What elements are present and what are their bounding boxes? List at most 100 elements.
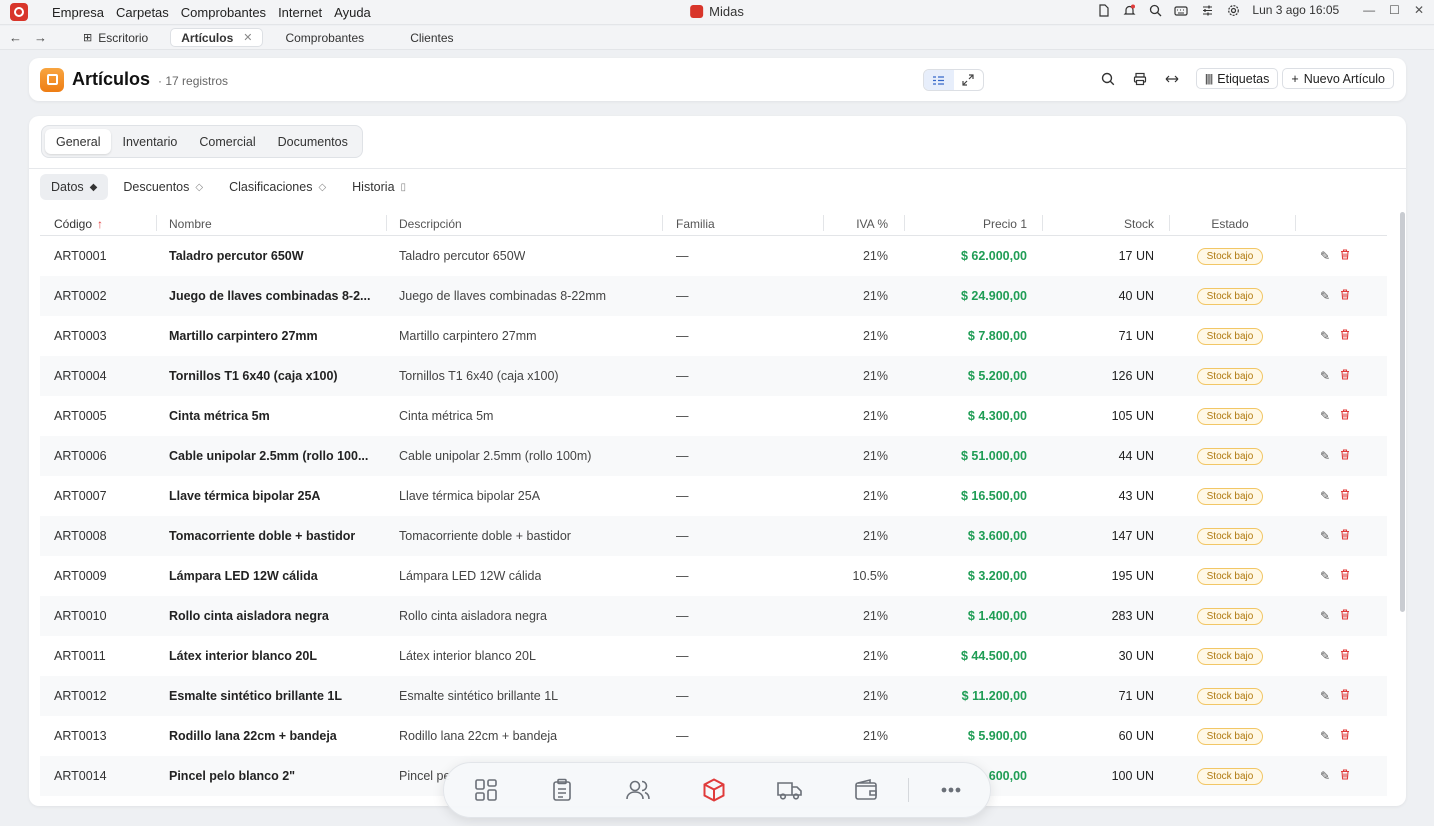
edit-pencil-icon[interactable]: ✎ [1320,489,1330,503]
edit-pencil-icon[interactable]: ✎ [1320,329,1330,343]
menu-internet[interactable]: Internet [272,5,328,20]
table-row[interactable]: ART0004 Tornillos T1 6x40 (caja x100) Torn… [40,356,1387,396]
menu-carpetas[interactable]: Carpetas [110,5,175,20]
edit-pencil-icon[interactable]: ✎ [1320,609,1330,623]
col-familia[interactable]: Familia [676,212,776,235]
col-separator [904,215,905,231]
subtab-historia[interactable]: Historia ▯ [341,174,417,200]
vertical-scrollbar[interactable] [1400,212,1405,612]
bell-icon[interactable] [1122,3,1136,17]
trash-icon[interactable] [1340,369,1350,383]
minimize-icon[interactable]: — [1363,3,1375,17]
edit-pencil-icon[interactable]: ✎ [1320,649,1330,663]
etiquetas-button[interactable]: |||| Etiquetas [1195,68,1279,89]
cell-nombre: Látex interior blanco 20L [169,636,379,676]
edit-pencil-icon[interactable]: ✎ [1320,729,1330,743]
trash-icon[interactable] [1340,529,1350,543]
expand-icon[interactable] [954,70,984,90]
col-descripcion[interactable]: Descripción [399,212,661,235]
edit-pencil-icon[interactable]: ✎ [1320,769,1330,783]
dock-users-icon[interactable] [600,762,676,818]
menu-comprobantes[interactable]: Comprobantes [175,5,272,20]
table-row[interactable]: ART0002 Juego de llaves combinadas 8-2...… [40,276,1387,316]
keyboard-icon[interactable] [1174,3,1189,17]
tab-clientes[interactable]: Clientes [400,28,463,47]
trash-icon[interactable] [1340,569,1350,583]
tab-escritorio[interactable]: ⊞ Escritorio [73,28,158,47]
edit-pencil-icon[interactable]: ✎ [1320,369,1330,383]
table-row[interactable]: ART0012 Esmalte sintético brillante 1L Esm… [40,676,1387,716]
system-tray: Lun 3 ago 16:05 — ☐ ✕ [1096,3,1424,17]
dock-truck-icon[interactable] [752,762,828,818]
tab-inventario[interactable]: Inventario [111,129,188,154]
tab-close-icon[interactable]: ✕ [243,31,252,44]
trash-icon[interactable] [1340,769,1350,783]
menu-ayuda[interactable]: Ayuda [328,5,377,20]
tab-articulos[interactable]: Artículos ✕ [170,28,264,47]
search-icon[interactable] [1100,71,1116,87]
trash-icon[interactable] [1340,249,1350,263]
subtab-datos[interactable]: Datos ◆ [40,174,109,200]
menu-empresa[interactable]: Empresa [46,5,110,20]
dock-box-icon[interactable] [676,762,752,818]
printer-icon[interactable] [1132,71,1148,87]
col-iva[interactable]: IVA % [820,212,888,235]
cell-estado: Stock bajo [1180,636,1280,676]
list-view-icon[interactable] [924,70,954,90]
gear-icon[interactable] [1226,3,1240,17]
edit-pencil-icon[interactable]: ✎ [1320,249,1330,263]
trash-icon[interactable] [1340,329,1350,343]
col-nombre[interactable]: Nombre [169,212,379,235]
subtab-clasificaciones[interactable]: Clasificaciones ◇ [218,174,337,200]
trash-icon[interactable] [1340,609,1350,623]
col-estado[interactable]: Estado [1180,212,1280,235]
dock-clipboard-icon[interactable] [524,762,600,818]
trash-icon[interactable] [1340,729,1350,743]
edit-pencil-icon[interactable]: ✎ [1320,449,1330,463]
document-sync-icon[interactable] [1096,3,1110,17]
maximize-icon[interactable]: ☐ [1389,3,1400,17]
table-row[interactable]: ART0003 Martillo carpintero 27mm Martillo … [40,316,1387,356]
edit-pencil-icon[interactable]: ✎ [1320,289,1330,303]
table-row[interactable]: ART0010 Rollo cinta aisladora negra Rollo … [40,596,1387,636]
col-codigo[interactable]: Código ↑ [54,212,154,235]
trash-icon[interactable] [1340,489,1350,503]
edit-pencil-icon[interactable]: ✎ [1320,689,1330,703]
subtab-label: Datos [51,180,84,194]
tab-comprobantes[interactable]: Comprobantes [275,28,374,47]
col-precio[interactable]: Precio 1 [908,212,1027,235]
table-row[interactable]: ART0008 Tomacorriente doble + bastidor Tom… [40,516,1387,556]
edit-pencil-icon[interactable]: ✎ [1320,569,1330,583]
edit-pencil-icon[interactable]: ✎ [1320,409,1330,423]
table-row[interactable]: ART0013 Rodillo lana 22cm + bandeja Rodill… [40,716,1387,756]
back-arrow-icon[interactable]: ← [9,30,22,45]
dock-wallet-icon[interactable] [828,762,904,818]
table-row[interactable]: ART0011 Látex interior blanco 20L Látex in… [40,636,1387,676]
trash-icon[interactable] [1340,289,1350,303]
tab-comercial[interactable]: Comercial [188,129,266,154]
trash-icon[interactable] [1340,449,1350,463]
dock-grid-icon[interactable] [448,762,524,818]
close-icon[interactable]: ✕ [1414,3,1424,17]
table-row[interactable]: ART0006 Cable unipolar 2.5mm (rollo 100..… [40,436,1387,476]
subtab-descuentos[interactable]: Descuentos ◇ [112,174,214,200]
table-row[interactable]: ART0001 Taladro percutor 650W Taladro perc… [40,236,1387,276]
sliders-icon[interactable] [1200,3,1214,17]
app-logo-icon[interactable] [10,3,28,21]
table-row[interactable]: ART0007 Llave térmica bipolar 25A Llave té… [40,476,1387,516]
trash-icon[interactable] [1340,649,1350,663]
forward-arrow-icon[interactable]: → [34,30,47,45]
col-stock[interactable]: Stock [1050,212,1154,235]
trash-icon[interactable] [1340,409,1350,423]
tab-general[interactable]: General [45,129,112,154]
arrows-horizontal-icon[interactable] [1164,71,1180,87]
tab-documentos[interactable]: Documentos [267,129,359,154]
edit-pencil-icon[interactable]: ✎ [1320,529,1330,543]
dock-more-icon[interactable] [913,762,989,818]
table-row[interactable]: ART0009 Lámpara LED 12W cálida Lámpara LED… [40,556,1387,596]
search-icon[interactable] [1148,3,1162,17]
nuevo-articulo-button[interactable]: + Nuevo Artículo [1282,68,1394,89]
trash-icon[interactable] [1340,689,1350,703]
cell-codigo: ART0014 [54,769,107,783]
table-row[interactable]: ART0005 Cinta métrica 5m Cinta métrica 5m —… [40,396,1387,436]
